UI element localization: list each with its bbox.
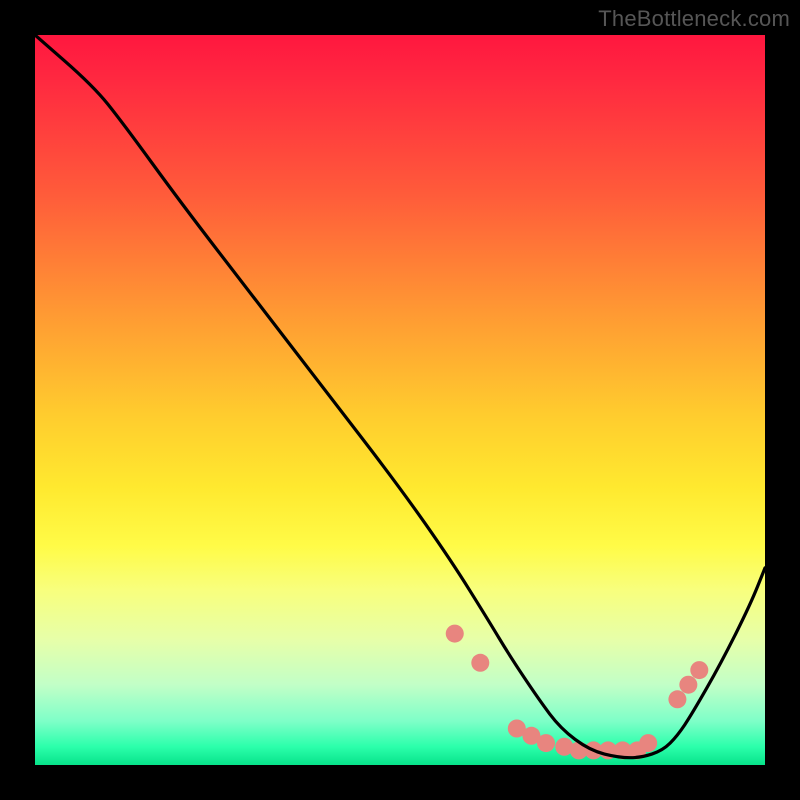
data-point	[570, 741, 588, 759]
data-point	[584, 741, 602, 759]
data-point	[614, 741, 632, 759]
watermark-text: TheBottleneck.com	[598, 6, 790, 32]
chart-svg	[35, 35, 765, 765]
marker-layer	[446, 625, 709, 760]
data-point	[639, 734, 657, 752]
data-point	[471, 654, 489, 672]
data-point	[537, 734, 555, 752]
data-point	[599, 741, 617, 759]
data-point	[628, 741, 646, 759]
data-point	[668, 690, 686, 708]
data-point	[679, 676, 697, 694]
data-point	[446, 625, 464, 643]
data-point	[522, 727, 540, 745]
data-point	[555, 738, 573, 756]
chart-frame: TheBottleneck.com	[0, 0, 800, 800]
chart-plot-area	[35, 35, 765, 765]
curve-line	[35, 35, 765, 758]
data-point	[690, 661, 708, 679]
data-point	[508, 720, 526, 738]
